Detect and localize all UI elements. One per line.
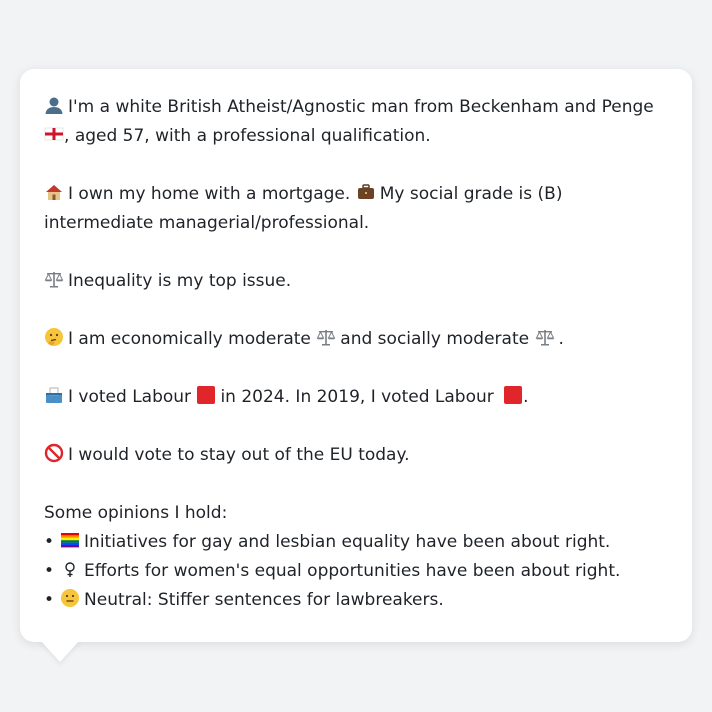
vote-2024-text: I voted Labour	[68, 387, 192, 407]
opinions-heading: Some opinions I hold:	[44, 503, 228, 523]
vote-2019-text: in 2024. In 2019, I voted Labour	[220, 387, 494, 407]
social-text: and socially moderate	[340, 329, 530, 349]
voting-history-paragraph: I voted Labour in 2024. In 2019, I voted…	[44, 383, 668, 412]
demographics-comma: ,	[64, 126, 70, 146]
rainbow-flag-icon	[61, 533, 80, 548]
housing-text: I own my home with a mortgage.	[68, 184, 351, 204]
labour-red-square-icon	[197, 386, 216, 404]
labour-red-square-icon	[504, 386, 523, 404]
briefcase-icon	[357, 184, 374, 199]
ballot-box-icon	[46, 387, 62, 403]
bullet: •	[44, 532, 55, 552]
top-issue-text: Inequality is my top issue.	[68, 271, 292, 291]
list-item: • Neutral: Stiffer sentences for lawbrea…	[44, 586, 668, 615]
list-item: • Efforts for women's equal opportunitie…	[44, 557, 668, 586]
bullet: •	[44, 561, 55, 581]
balance-scale-icon	[535, 330, 554, 346]
voting-period: .	[523, 387, 529, 407]
ideology-paragraph: I am economically moderate and socially …	[44, 325, 668, 354]
house-icon	[46, 185, 62, 200]
economic-text: I am economically moderate	[68, 329, 311, 349]
person-silhouette-icon	[45, 97, 63, 114]
bullet: •	[44, 590, 55, 610]
prohibited-icon	[44, 443, 64, 463]
neutral-face-icon	[61, 589, 80, 607]
thinking-face-icon	[45, 328, 63, 346]
housing-paragraph: I own my home with a mortgage. My social…	[44, 180, 668, 238]
persona-card: I'm a white British Atheist/Agnostic man…	[20, 69, 692, 642]
eu-paragraph: I would vote to stay out of the EU today…	[44, 441, 668, 470]
balance-scale-icon	[316, 330, 336, 346]
demographics-text: I'm a white British Atheist/Agnostic man…	[68, 97, 654, 117]
balance-scale-icon	[44, 272, 64, 288]
speech-bubble-tail	[40, 640, 80, 662]
top-issue-paragraph: Inequality is my top issue.	[44, 267, 668, 296]
opinion-text: Initiatives for gay and lesbian equality…	[84, 532, 611, 552]
ideology-period: .	[558, 329, 564, 349]
list-item: • Initiatives for gay and lesbian equali…	[44, 528, 668, 557]
eu-text: I would vote to stay out of the EU today…	[68, 445, 410, 465]
england-flag-icon	[44, 127, 64, 141]
opinion-text: Efforts for women's equal opportunities …	[84, 561, 621, 581]
female-sign-icon	[65, 562, 75, 577]
opinion-text: Neutral: Stiffer sentences for lawbreake…	[84, 590, 444, 610]
demographics-paragraph: I'm a white British Atheist/Agnostic man…	[44, 93, 668, 151]
demographics-age-text: aged 57, with a professional qualificati…	[74, 126, 431, 146]
opinions-section: Some opinions I hold: • Initiatives for …	[44, 499, 668, 615]
opinions-list: • Initiatives for gay and lesbian equali…	[44, 528, 668, 615]
